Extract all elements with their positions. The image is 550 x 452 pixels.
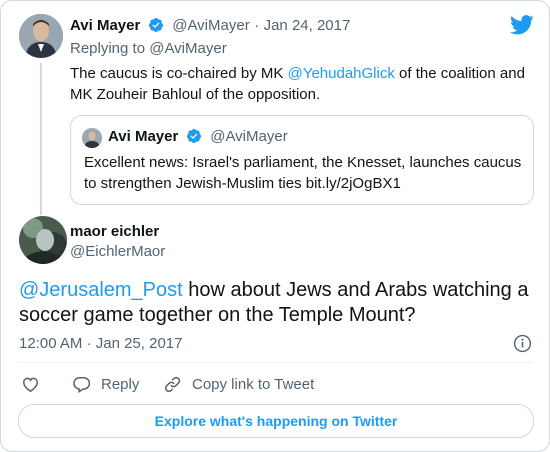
like-button[interactable]: [21, 373, 50, 395]
info-icon[interactable]: [513, 334, 532, 353]
tweet-timestamp[interactable]: 12:00 AM · Jan 25, 2017: [19, 335, 182, 352]
reply-bubble-icon: [73, 376, 91, 393]
replying-to-handle[interactable]: @AviMayer: [149, 40, 226, 57]
twitter-bird-icon[interactable]: [510, 15, 534, 35]
quoted-tweet-header: Avi Mayer @AviMayer: [108, 128, 288, 146]
author-handle[interactable]: @AviMayer: [172, 17, 249, 34]
author-name[interactable]: Avi Mayer: [70, 17, 140, 34]
person-photo-icon: [19, 14, 63, 58]
avatar-quoted-author: [82, 128, 102, 148]
person-photo-icon: [82, 128, 102, 148]
separator-dot: ·: [254, 17, 260, 34]
tweet-embed-card: Avi Mayer @AviMayer · Jan 24, 2017 Reply…: [0, 0, 550, 452]
quoted-author-name: Avi Mayer: [108, 128, 179, 145]
replying-to-label: Replying to: [70, 40, 146, 57]
divider: [18, 362, 532, 363]
tweet-date: Jan 25, 2017: [95, 335, 183, 352]
main-author-name[interactable]: maor eichler: [70, 223, 159, 241]
quoted-author-handle: @AviMayer: [210, 128, 288, 145]
tweet-date[interactable]: Jan 24, 2017: [264, 17, 351, 34]
mention-link[interactable]: @YehudahGlick: [288, 65, 395, 82]
verified-badge-icon: [186, 129, 201, 143]
heart-icon: [23, 377, 38, 392]
author-name[interactable]: maor eichler: [70, 223, 159, 240]
link-chain-icon: [164, 376, 181, 392]
tweet-text-part: The caucus is co-chaired by MK: [70, 65, 288, 82]
main-author-handle[interactable]: @EichlerMaor: [70, 243, 165, 260]
parent-tweet-header: Avi Mayer @AviMayer · Jan 24, 2017: [70, 17, 350, 35]
avatar-avi-mayer[interactable]: [19, 14, 63, 58]
mention-link[interactable]: @Jerusalem_Post: [19, 279, 183, 301]
replying-to: Replying to @AviMayer: [70, 40, 227, 57]
reply-label: Reply: [101, 375, 140, 393]
copy-link-label: Copy link to Tweet: [192, 375, 315, 393]
separator-dot: ·: [86, 335, 92, 352]
tweet-time: 12:00 AM: [19, 335, 83, 352]
explore-twitter-button[interactable]: Explore what's happening on Twitter: [18, 404, 534, 438]
reply-button[interactable]: Reply: [72, 373, 139, 395]
verified-badge-icon: [148, 18, 163, 32]
parent-tweet-text: The caucus is co-chaired by MK @YehudahG…: [70, 63, 532, 105]
person-photo-icon: [19, 216, 67, 264]
quoted-tweet[interactable]: Avi Mayer @AviMayer Excellent news: Isra…: [70, 115, 534, 205]
copy-link-button[interactable]: Copy link to Tweet: [163, 373, 314, 395]
main-tweet-text: @Jerusalem_Post how about Jews and Arabs…: [19, 278, 534, 328]
avatar-maor-eichler[interactable]: [19, 216, 67, 264]
quoted-tweet-text: Excellent news: Israel's parliament, the…: [84, 154, 522, 192]
thread-connector-line: [40, 63, 42, 215]
